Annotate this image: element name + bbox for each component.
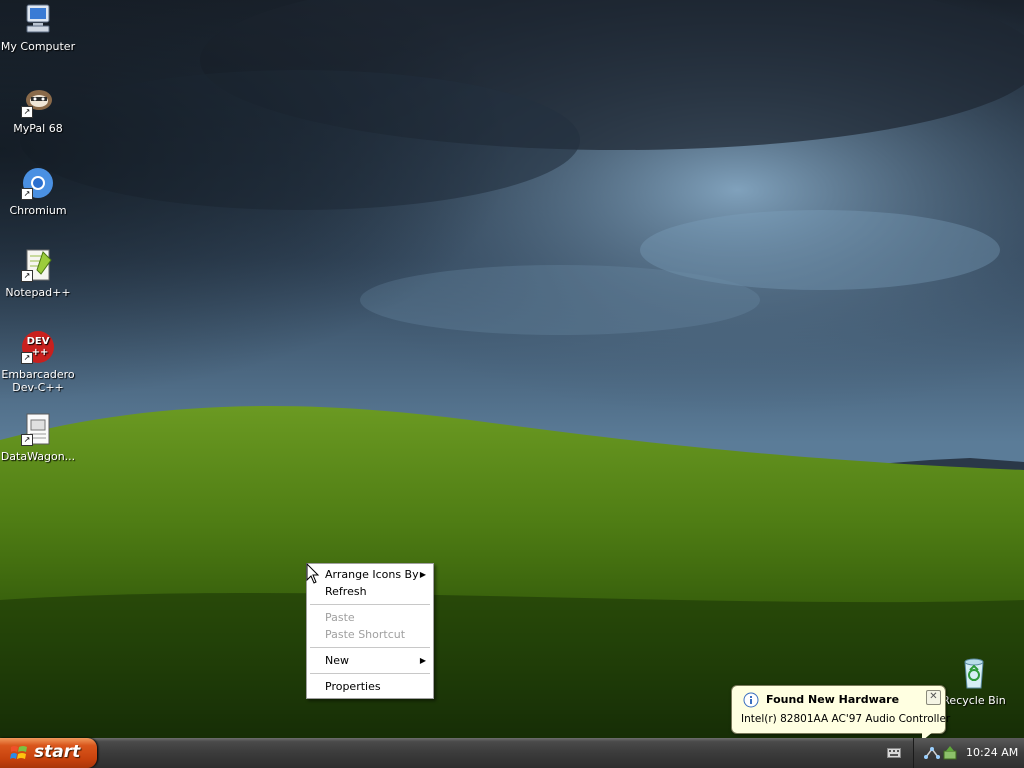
dev-badge-bottom: ++ — [32, 347, 49, 358]
menu-item-refresh[interactable]: Refresh — [307, 583, 433, 600]
submenu-arrow-icon: ▶ — [419, 570, 426, 579]
shortcut-arrow-icon: ↗ — [21, 434, 33, 446]
balloon-title: Found New Hardware — [766, 693, 900, 706]
shortcut-arrow-icon: ↗ — [21, 106, 33, 118]
balloon-body: Intel(r) 82801AA AC'97 Audio Controller — [741, 713, 951, 725]
desktop-icon-datawagon[interactable]: ↗ DataWagon... — [0, 412, 76, 463]
menu-separator — [310, 647, 430, 648]
shortcut-arrow-icon: ↗ — [21, 270, 33, 282]
menu-item-new[interactable]: New ▶ — [307, 652, 433, 669]
menu-item-label: Arrange Icons By — [325, 568, 419, 581]
menu-item-paste-shortcut[interactable]: Paste Shortcut — [307, 626, 433, 643]
desktop-icon-label: Embarcadero Dev-C++ — [1, 368, 75, 394]
menu-separator — [310, 673, 430, 674]
keyboard-icon[interactable] — [887, 748, 901, 758]
desktop-context-menu: Arrange Icons By ▶ Refresh Paste Paste S… — [306, 563, 434, 699]
dev-cpp-icon: DEV ++ ↗ — [21, 330, 55, 364]
taskbar-clock[interactable]: 10:24 AM — [966, 746, 1018, 759]
desktop-icon-label: Chromium — [9, 204, 67, 217]
wallpaper — [0, 0, 1024, 738]
submenu-arrow-icon: ▶ — [419, 656, 426, 665]
windows-logo-icon — [10, 746, 27, 759]
my-computer-icon — [21, 2, 55, 36]
desktop-icon-label: My Computer — [0, 40, 76, 53]
found-new-hardware-balloon[interactable]: Found New Hardware ✕ Intel(r) 82801AA AC… — [731, 685, 950, 741]
menu-item-paste[interactable]: Paste — [307, 609, 433, 626]
network-icon[interactable] — [924, 745, 940, 761]
start-button[interactable]: start — [0, 738, 97, 768]
balloon-close-button[interactable]: ✕ — [926, 690, 941, 705]
notepad-plus-plus-icon: ↗ — [21, 248, 55, 282]
desktop-icon-chromium[interactable]: ↗ Chromium — [0, 166, 76, 217]
shortcut-arrow-icon: ↗ — [21, 188, 33, 200]
safely-remove-hardware-icon[interactable] — [942, 745, 958, 761]
dev-badge-top: DEV — [27, 336, 50, 347]
recycle-bin-icon — [957, 656, 991, 690]
shortcut-arrow-icon: ↗ — [21, 352, 33, 364]
system-tray: 10:24 AM — [913, 738, 1024, 768]
desktop-icon-label: Notepad++ — [5, 286, 71, 299]
menu-item-label: New — [325, 654, 349, 667]
desktop-icon-dev-cpp[interactable]: DEV ++ ↗ Embarcadero Dev-C++ — [0, 330, 76, 394]
desktop-icon-recycle-bin[interactable]: Recycle Bin — [936, 656, 1012, 707]
menu-item-arrange-icons-by[interactable]: Arrange Icons By ▶ — [307, 566, 433, 583]
mypal-icon: ↗ — [21, 84, 55, 118]
desktop-icon-label: Recycle Bin — [942, 694, 1006, 707]
desktop[interactable]: My Computer ↗ MyPal 68 ↗ Chromium ↗ Note… — [0, 0, 1024, 738]
desktop-icon-label: MyPal 68 — [13, 122, 63, 135]
start-label: start — [34, 742, 81, 762]
taskbar[interactable]: start 10:24 AM — [0, 738, 1024, 768]
menu-item-properties[interactable]: Properties — [307, 678, 433, 695]
menu-item-label: Properties — [325, 680, 381, 693]
desktop-icon-mypal[interactable]: ↗ MyPal 68 — [0, 84, 76, 135]
mouse-cursor-icon — [306, 563, 320, 584]
desktop-icon-notepad-plus-plus[interactable]: ↗ Notepad++ — [0, 248, 76, 299]
chromium-icon: ↗ — [21, 166, 55, 200]
menu-separator — [310, 604, 430, 605]
desktop-icon-my-computer[interactable]: My Computer — [0, 2, 76, 53]
menu-item-label: Paste — [325, 611, 355, 624]
menu-item-label: Paste Shortcut — [325, 628, 406, 641]
desktop-icon-label: DataWagon... — [0, 450, 76, 463]
menu-item-label: Refresh — [325, 585, 367, 598]
datawagon-icon: ↗ — [21, 412, 55, 446]
info-icon — [743, 692, 759, 708]
